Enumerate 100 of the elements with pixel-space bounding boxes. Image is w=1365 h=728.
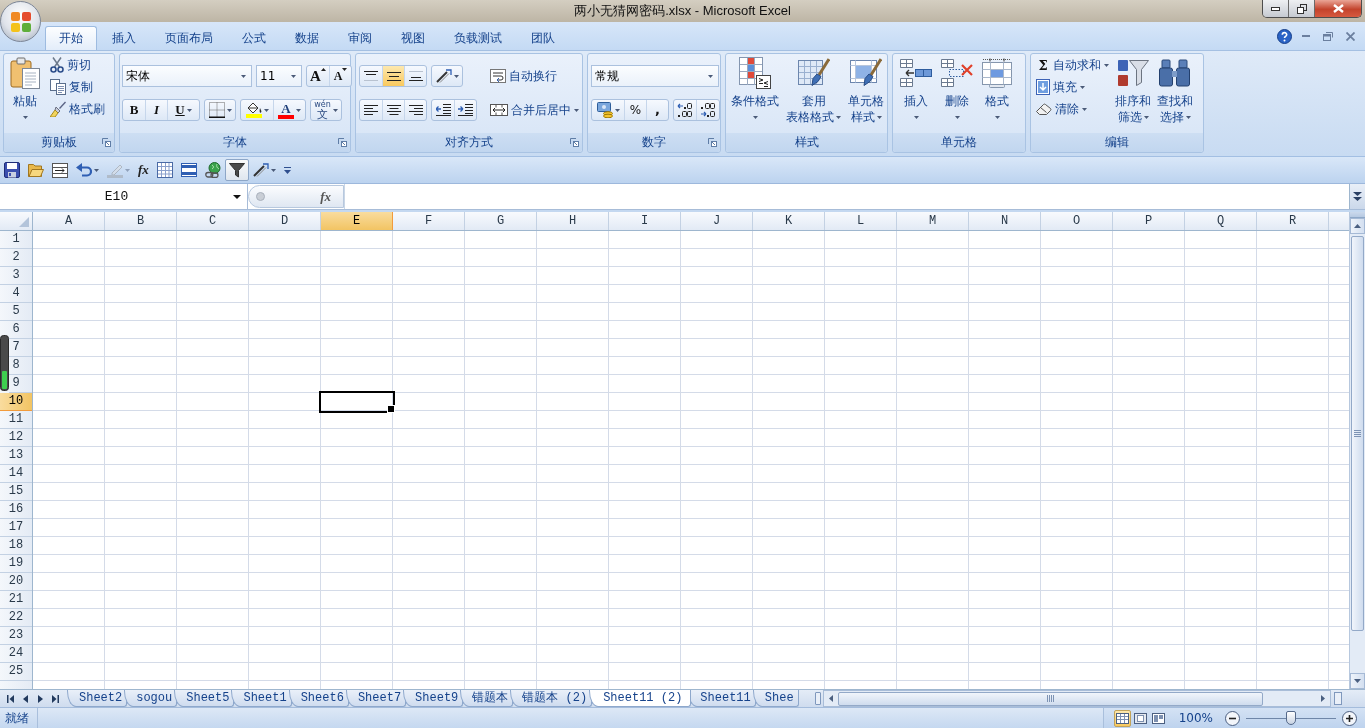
minimize-button[interactable] [1263, 0, 1289, 17]
sheet-tab[interactable]: Shee [752, 690, 799, 707]
vertical-scrollbar[interactable] [1349, 212, 1365, 689]
merge-center-button[interactable]: 合并后居中 [487, 99, 582, 121]
font-size-field[interactable]: 11 [256, 65, 302, 87]
sheet-tab[interactable]: Sheet6 [288, 690, 349, 707]
column-header[interactable]: A [33, 212, 105, 230]
row-header[interactable]: 17 [0, 519, 32, 537]
filter-button[interactable] [224, 159, 249, 181]
underline-button[interactable]: U [167, 100, 199, 120]
italic-button[interactable]: I [145, 100, 167, 120]
column-header[interactable]: L [825, 212, 897, 230]
column-header[interactable]: O [1041, 212, 1113, 230]
scroll-thumb[interactable] [1351, 236, 1364, 631]
ribbon-tab[interactable]: 数据 [281, 26, 333, 50]
sheet-tab[interactable]: Sheet11 [688, 690, 756, 707]
zoom-level-button[interactable]: 100% [1172, 711, 1219, 725]
row-header[interactable]: 23 [0, 627, 32, 645]
shrink-font-button[interactable]: A [329, 66, 351, 86]
scroll-down-button[interactable] [1350, 673, 1365, 689]
row-header[interactable]: 16 [0, 501, 32, 519]
ribbon-tab[interactable]: 页面布局 [151, 26, 227, 50]
column-header[interactable]: B [105, 212, 177, 230]
row-header[interactable]: 12 [0, 429, 32, 447]
row-header[interactable]: 25 [0, 663, 32, 681]
row-header[interactable]: 20 [0, 573, 32, 591]
bottom-align-button[interactable] [404, 66, 426, 86]
zoom-in-button[interactable] [1342, 710, 1357, 726]
dialog-launcher-icon[interactable] [102, 138, 111, 147]
dialog-launcher-icon[interactable] [570, 138, 579, 147]
fill-button[interactable]: 填充 [1033, 76, 1088, 98]
column-header[interactable]: M [897, 212, 969, 230]
cut-button[interactable]: 剪切 [47, 54, 94, 76]
row-header[interactable]: 19 [0, 555, 32, 573]
scroll-up-button[interactable] [1350, 218, 1365, 234]
column-header[interactable]: J [681, 212, 753, 230]
ribbon-tab[interactable]: 公式 [228, 26, 280, 50]
restore-button[interactable] [1289, 0, 1315, 17]
column-header[interactable]: I [609, 212, 681, 230]
number-format-field[interactable]: 常规 [591, 65, 719, 87]
row-header[interactable]: 5 [0, 303, 32, 321]
copy-button[interactable]: 复制 [47, 76, 96, 98]
column-header[interactable]: N [969, 212, 1041, 230]
column-header[interactable]: H [537, 212, 609, 230]
column-header[interactable]: C [177, 212, 249, 230]
row-header[interactable]: 3 [0, 267, 32, 285]
font-color-button[interactable]: A [273, 100, 305, 120]
cell-grid[interactable] [33, 231, 1349, 689]
sheet-tab[interactable]: Sheet11 (2) [589, 690, 692, 707]
column-header[interactable]: R [1257, 212, 1329, 230]
row-header[interactable]: 15 [0, 483, 32, 501]
column-header[interactable]: P [1113, 212, 1185, 230]
format-as-table-button[interactable]: 套用 表格格式 [783, 54, 844, 133]
borders-button[interactable] [204, 99, 236, 121]
insert-function-button[interactable]: fx [134, 159, 153, 181]
column-header[interactable]: G [465, 212, 537, 230]
sheet-tab[interactable]: Sheet1 [231, 690, 292, 707]
autosum-button[interactable]: Σ 自动求和 [1033, 54, 1112, 76]
row-header[interactable]: 18 [0, 537, 32, 555]
middle-align-button[interactable] [382, 66, 404, 86]
column-header[interactable]: F [393, 212, 465, 230]
sheet-tab[interactable]: 错题本 [460, 690, 514, 707]
horizontal-scrollbar[interactable] [823, 690, 1331, 707]
row-header[interactable]: 4 [0, 285, 32, 303]
zoom-out-button[interactable] [1225, 710, 1240, 726]
percent-button[interactable]: % [624, 100, 646, 120]
column-header[interactable]: Q [1185, 212, 1257, 230]
right-align-button[interactable] [404, 100, 426, 120]
sort-filter-button[interactable]: 排序和 筛选 [1112, 54, 1154, 133]
column-header[interactable]: E [321, 212, 393, 230]
grow-font-button[interactable]: A [307, 66, 329, 86]
clear-button[interactable]: 清除 [1033, 98, 1090, 120]
scroll-thumb[interactable] [838, 691, 1263, 706]
ribbon-tab[interactable]: 团队 [517, 26, 569, 50]
column-header[interactable]: K [753, 212, 825, 230]
ribbon-tab[interactable]: 插入 [98, 26, 150, 50]
dialog-launcher-icon[interactable] [338, 138, 347, 147]
sheet-tab[interactable]: Sheet2 [67, 690, 128, 707]
row-header[interactable]: 24 [0, 645, 32, 663]
row-header[interactable]: 13 [0, 447, 32, 465]
sheet-tab[interactable]: Sheet5 [174, 690, 235, 707]
wrap-text-button[interactable]: 自动换行 [487, 65, 560, 87]
delete-button[interactable]: 删除 [938, 54, 976, 133]
row-header[interactable]: 11 [0, 411, 32, 429]
row-header[interactable]: 2 [0, 249, 32, 267]
row-header[interactable]: 14 [0, 465, 32, 483]
dialog-launcher-icon[interactable] [708, 138, 717, 147]
orientation-button[interactable] [431, 65, 463, 87]
ribbon-tab[interactable]: 审阅 [334, 26, 386, 50]
row-header[interactable]: 10 [0, 393, 32, 411]
increase-indent-button[interactable] [454, 100, 476, 120]
conditional-format-button[interactable]: 条件格式 [728, 54, 782, 133]
ribbon-tab[interactable]: 负载测试 [440, 26, 516, 50]
bold-button[interactable]: B [123, 100, 145, 120]
expand-formula-button[interactable] [1349, 184, 1365, 209]
paste-button[interactable]: 粘贴 [7, 54, 43, 133]
sheet-tab[interactable]: sogou [124, 690, 178, 707]
row-header[interactable]: 21 [0, 591, 32, 609]
ribbon-tab[interactable]: 视图 [387, 26, 439, 50]
cell-styles-button[interactable]: 单元格 样式 [845, 54, 887, 133]
